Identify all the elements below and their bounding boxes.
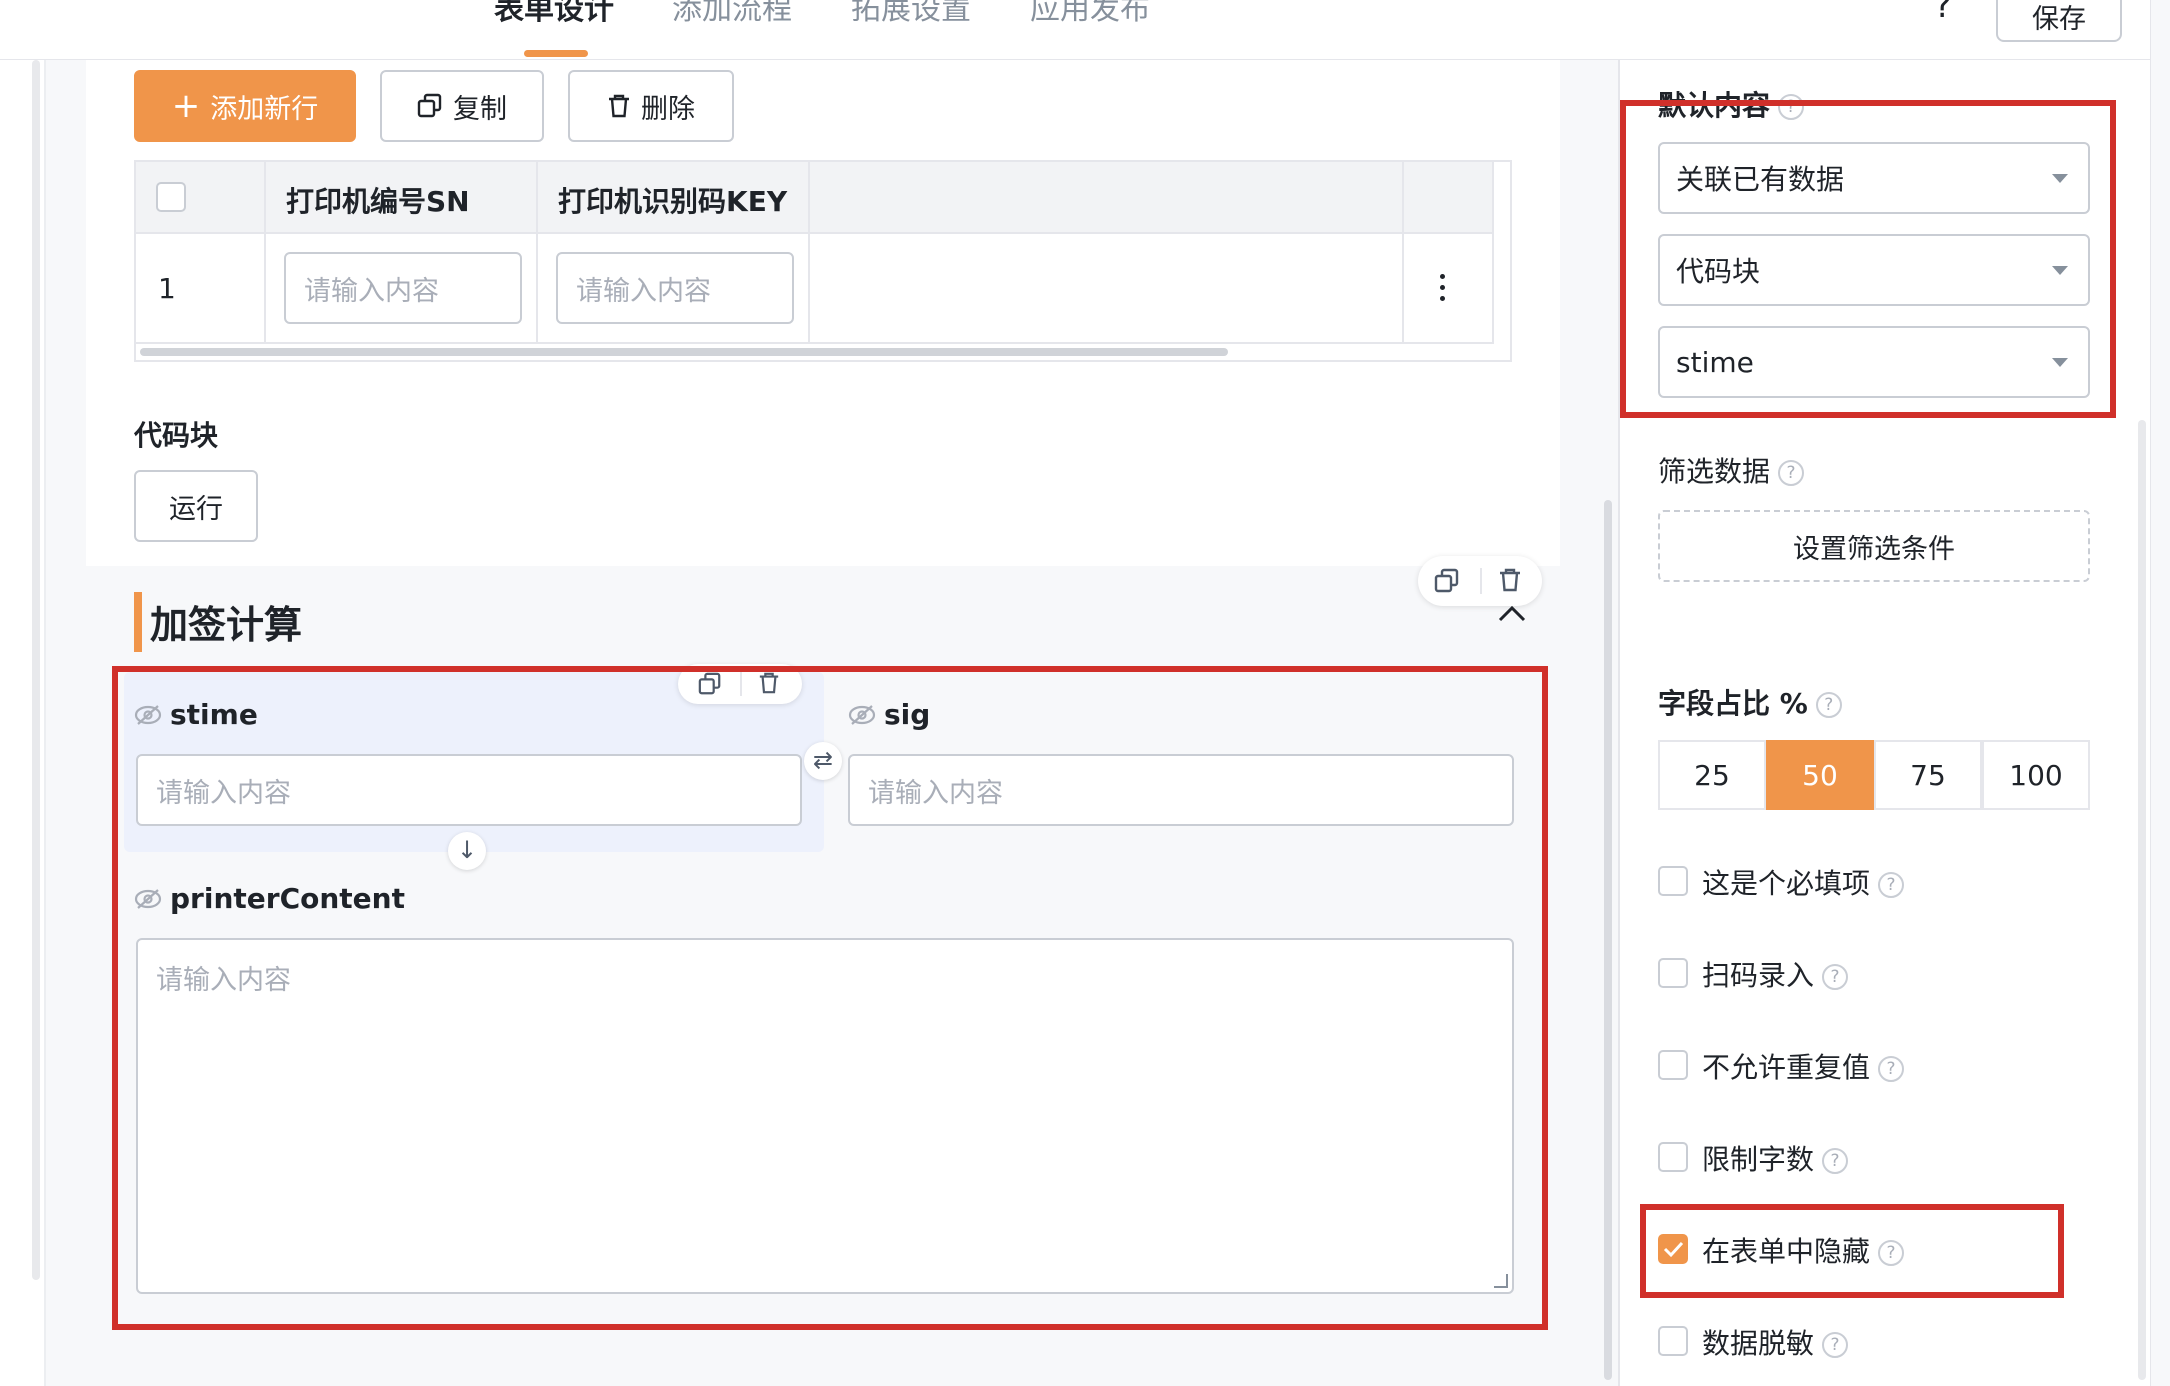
table-header-cell (810, 162, 1404, 234)
section-actions (1418, 556, 1542, 606)
help-icon[interactable]: ? (1822, 1148, 1849, 1174)
filter-data-label: 筛选数据? (1658, 450, 1805, 490)
table-cell (810, 234, 1404, 344)
right-edge-strip (2150, 0, 2170, 1386)
chevron-up-icon[interactable] (1498, 604, 1526, 622)
ratio-option-75[interactable]: 75 (1874, 740, 1982, 810)
copy-button[interactable]: 复制 (380, 70, 544, 142)
column-header-key: 打印机识别码KEY (558, 185, 788, 218)
no-duplicate-checkbox[interactable] (1658, 1050, 1688, 1080)
table-cell (1404, 234, 1494, 344)
trash-icon (609, 94, 629, 118)
data-masking-label: 数据脱敏? (1702, 1322, 1849, 1362)
no-duplicate-label: 不允许重复值? (1702, 1046, 1905, 1086)
copy-icon[interactable] (1434, 568, 1460, 594)
ratio-option-100[interactable]: 100 (1982, 740, 2090, 810)
tab-form-design[interactable]: 表单设计 (494, 0, 614, 28)
tab-add-process[interactable]: 添加流程 (672, 0, 792, 28)
section-accent-bar (134, 592, 142, 652)
plus-icon: + (171, 86, 201, 126)
active-tab-indicator (524, 50, 588, 57)
field-ratio-label: 字段占比 %? (1658, 682, 1842, 722)
limit-length-label: 限制字数? (1702, 1138, 1849, 1178)
table-row (136, 234, 266, 344)
delete-button[interactable]: 删除 (568, 70, 734, 142)
limit-length-checkbox[interactable] (1658, 1142, 1688, 1172)
top-bar: 表单设计 添加流程 拓展设置 应用发布 ? 保存 (0, 0, 2170, 60)
scan-input-checkbox[interactable] (1658, 958, 1688, 988)
required-checkbox[interactable] (1658, 866, 1688, 896)
run-button[interactable]: 运行 (134, 470, 258, 542)
help-icon[interactable]: ? (1778, 460, 1805, 486)
scan-input-label: 扫码录入? (1702, 954, 1849, 994)
copy-icon (417, 93, 442, 118)
row-index: 1 (158, 272, 176, 305)
help-icon[interactable]: ? (1822, 1332, 1849, 1358)
set-filter-button[interactable]: 设置筛选条件 (1658, 510, 2090, 582)
code-block-title: 代码块 (134, 419, 219, 452)
help-icon[interactable]: ? (1878, 872, 1905, 898)
column-header-sn: 打印机编号SN (286, 185, 470, 218)
key-input[interactable]: 请输入内容 (556, 252, 794, 324)
data-masking-checkbox[interactable] (1658, 1326, 1688, 1356)
ratio-option-25[interactable]: 25 (1658, 740, 1766, 810)
required-label: 这是个必填项? (1702, 862, 1905, 902)
help-icon[interactable]: ? (1878, 1056, 1905, 1082)
tab-extension-settings[interactable]: 拓展设置 (851, 0, 971, 28)
annotation-box (1620, 100, 2116, 418)
sn-input[interactable]: 请输入内容 (284, 252, 522, 324)
left-scrollbar[interactable] (32, 60, 40, 1280)
save-button[interactable]: 保存 (1996, 0, 2122, 42)
ratio-option-50[interactable]: 50 (1766, 740, 1874, 810)
help-icon[interactable]: ? (1822, 964, 1849, 990)
canvas-scrollbar[interactable] (1604, 500, 1612, 1380)
panel-scrollbar[interactable] (2138, 420, 2146, 1380)
help-icon[interactable]: ? (1815, 692, 1842, 718)
table-horizontal-scrollbar[interactable] (140, 348, 1228, 356)
section-title: 加签计算 (150, 603, 303, 647)
table-header-cell (1404, 162, 1494, 234)
add-row-button[interactable]: + 添加新行 (134, 70, 356, 142)
annotation-box (1640, 1204, 2064, 1298)
trash-icon[interactable] (1498, 567, 1522, 593)
more-vertical-icon[interactable] (1440, 274, 1446, 301)
tab-app-publish[interactable]: 应用发布 (1030, 0, 1150, 28)
select-all-checkbox[interactable] (156, 182, 186, 212)
annotation-box (112, 666, 1548, 1330)
question-icon[interactable]: ? (1934, 0, 1952, 26)
